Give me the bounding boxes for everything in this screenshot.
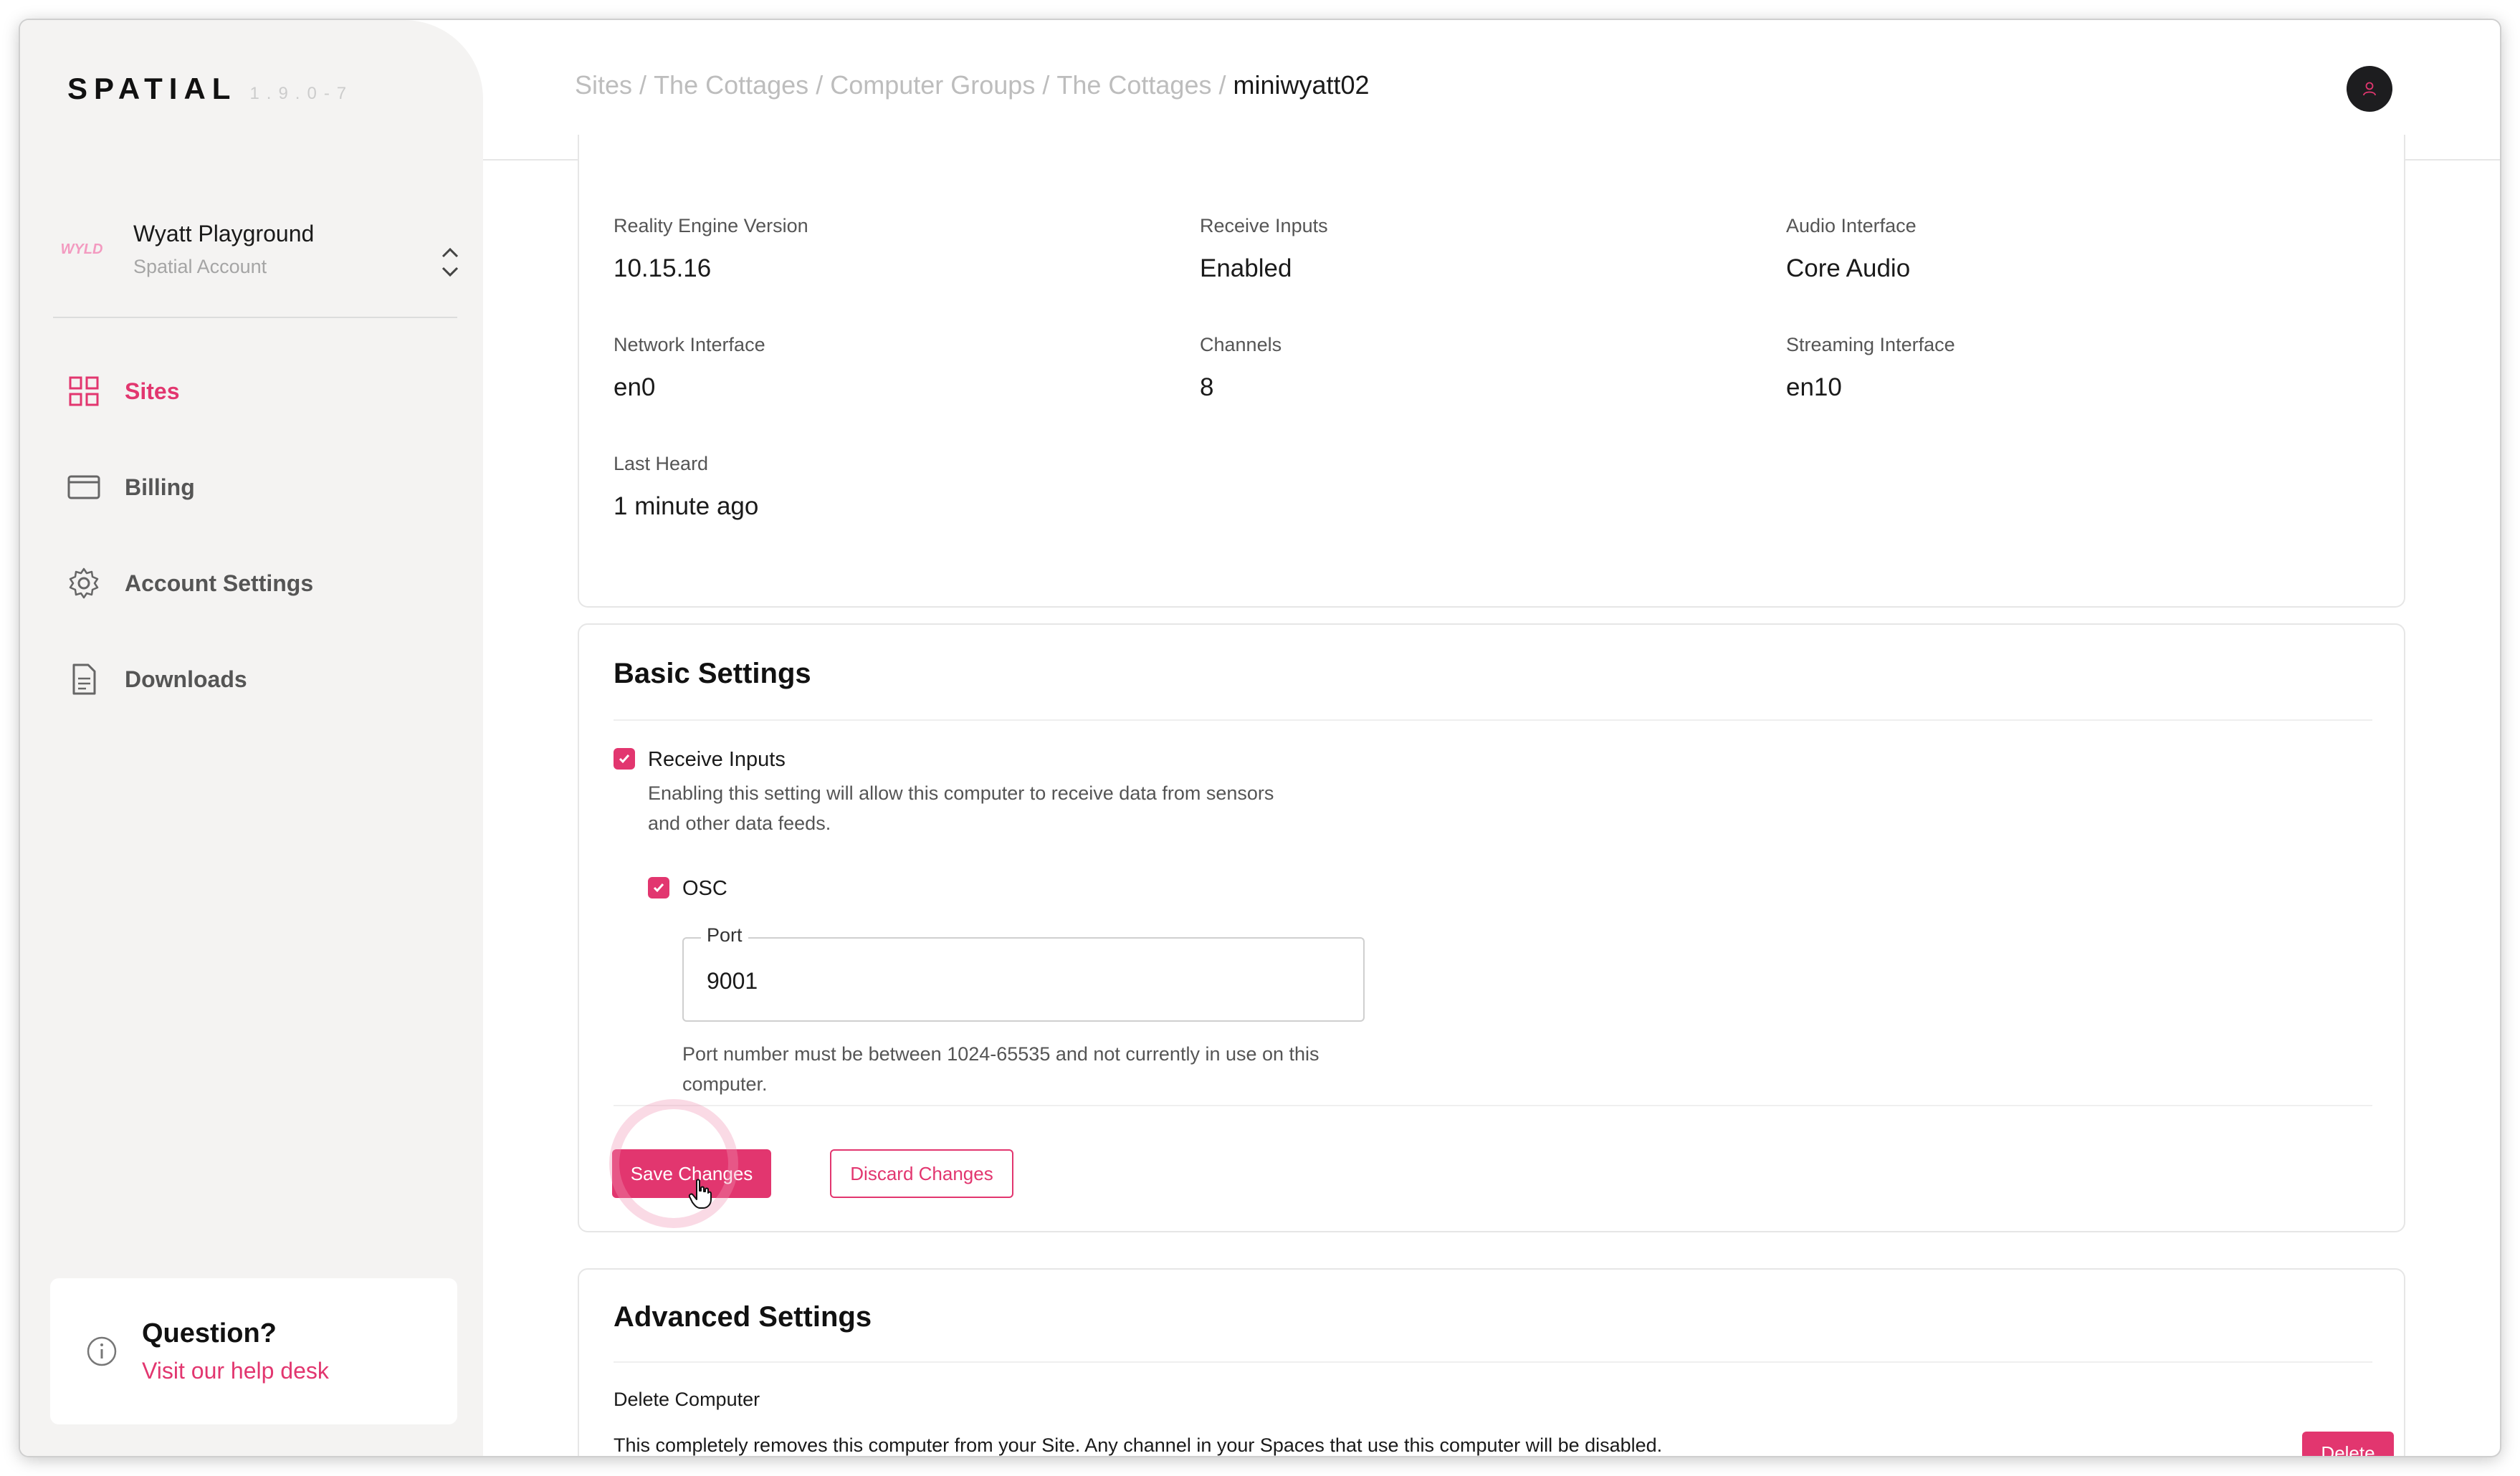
logo-text: SPATIAL [67,72,237,105]
advanced-settings-title: Advanced Settings [614,1301,872,1333]
breadcrumb-separator: / [816,70,824,100]
checkmark-icon [653,883,664,893]
info-label: Streaming Interface [1786,334,1955,355]
sidebar-item-billing[interactable]: Billing [67,466,195,509]
info-value: 1 minute ago [614,492,759,520]
breadcrumb-item-computer-groups[interactable]: Computer Groups [830,70,1035,100]
info-network-interface: Network Interface en0 [614,334,765,402]
account-switcher[interactable]: WYLD Wyatt Playground Spatial Account [53,206,472,292]
info-receive-inputs: Receive Inputs Enabled [1200,215,1328,283]
port-field[interactable]: Port [682,924,1365,1022]
sidebar-item-sites[interactable]: Sites [67,370,179,413]
description-line: and other data feeds. [648,813,831,834]
gear-icon [69,567,99,599]
osc-label[interactable]: OSC [682,877,727,901]
breadcrumb-separator: / [1218,70,1226,100]
section-divider [614,719,2372,721]
help-title: Question? [142,1318,277,1348]
sidebar-item-account-settings[interactable]: Account Settings [67,562,313,605]
breadcrumb-item-site[interactable]: The Cottages [654,70,808,100]
sidebar-item-label: Billing [125,474,195,500]
info-reality-engine-version: Reality Engine Version 10.15.16 [614,215,808,283]
sidebar-item-downloads[interactable]: Downloads [67,658,247,701]
help-card: Question? Visit our help desk [50,1278,457,1424]
info-value: 8 [1200,373,1214,401]
help-desk-link[interactable]: Visit our help desk [142,1358,329,1384]
sidebar: SPATIAL 1.9.0-7 WYLD Wyatt Playground Sp… [20,20,483,1456]
breadcrumb-item-sites[interactable]: Sites [575,70,632,100]
sidebar-item-label: Downloads [125,666,247,692]
port-helper-text: Port number must be between 1024-65535 a… [682,1039,1319,1099]
basic-settings-card: Basic Settings Receive Inputs Enabling t… [578,623,2405,1232]
info-label: Network Interface [614,334,765,355]
info-value: Enabled [1200,254,1292,282]
info-last-heard: Last Heard 1 minute ago [614,453,758,521]
sidebar-item-label: Account Settings [125,570,314,596]
info-value: 10.15.16 [614,254,712,282]
app-version: 1.9.0-7 [249,84,354,103]
advanced-settings-card: Advanced Settings Delete Computer This c… [578,1268,2405,1456]
receive-inputs-description: Enabling this setting will allow this co… [648,778,1274,838]
breadcrumb-separator: / [639,70,647,100]
app-logo[interactable]: SPATIAL 1.9.0-7 [67,72,353,106]
helper-line: Port number must be between 1024-65535 a… [682,1043,1319,1065]
info-label: Reality Engine Version [614,215,808,236]
checkmark-icon [619,754,630,764]
account-logo: WYLD [60,241,103,257]
delete-computer-description: This completely removes this computer fr… [614,1434,1663,1456]
basic-settings-title: Basic Settings [614,658,811,689]
receive-inputs-label[interactable]: Receive Inputs [648,748,786,772]
delete-computer-heading: Delete Computer [614,1389,760,1410]
breadcrumb-current: miniwyatt02 [1233,70,1370,100]
port-legend: Port [701,924,748,947]
breadcrumb: Sites / The Cottages / Computer Groups /… [575,70,1370,100]
receive-inputs-checkbox[interactable] [614,748,635,770]
user-icon [2363,82,2376,96]
description-line: Enabling this setting will allow this co… [648,782,1274,804]
info-icon [87,1336,117,1366]
grid-icon [69,376,99,406]
sidebar-divider [53,317,457,318]
info-streaming-interface: Streaming Interface en10 [1786,334,1955,402]
port-input[interactable] [707,963,1337,999]
info-label: Audio Interface [1786,215,1917,236]
document-icon [72,663,96,695]
info-audio-interface: Audio Interface Core Audio [1786,215,1917,283]
info-label: Receive Inputs [1200,215,1328,236]
breadcrumb-separator: / [1042,70,1050,100]
sidebar-item-label: Sites [125,378,180,404]
info-value: Core Audio [1786,254,1911,282]
app-window: SPATIAL 1.9.0-7 WYLD Wyatt Playground Sp… [20,20,2500,1456]
section-divider [614,1361,2372,1363]
info-label: Last Heard [614,453,709,474]
info-value: en10 [1786,373,1842,401]
osc-checkbox[interactable] [648,877,669,898]
info-label: Channels [1200,334,1282,355]
info-value: en0 [614,373,656,401]
help-text: Question? Visit our help desk [142,1318,329,1384]
chevron-up-down-icon[interactable] [436,241,464,284]
credit-card-icon [67,475,100,499]
save-changes-button[interactable]: Save Changes [612,1149,771,1198]
account-name: Wyatt Playground [133,221,315,246]
breadcrumb-item-group[interactable]: The Cottages [1056,70,1211,100]
delete-computer-button[interactable]: Delete [2302,1432,2394,1456]
info-channels: Channels 8 [1200,334,1282,402]
discard-changes-button[interactable]: Discard Changes [830,1149,1013,1198]
section-divider [614,1105,2372,1106]
account-type: Spatial Account [133,256,267,277]
account-info: Wyatt Playground Spatial Account [133,221,314,278]
helper-line: computer. [682,1073,768,1095]
user-avatar[interactable] [2347,66,2392,112]
computer-info-card: Reality Engine Version 10.15.16 Receive … [578,135,2405,608]
